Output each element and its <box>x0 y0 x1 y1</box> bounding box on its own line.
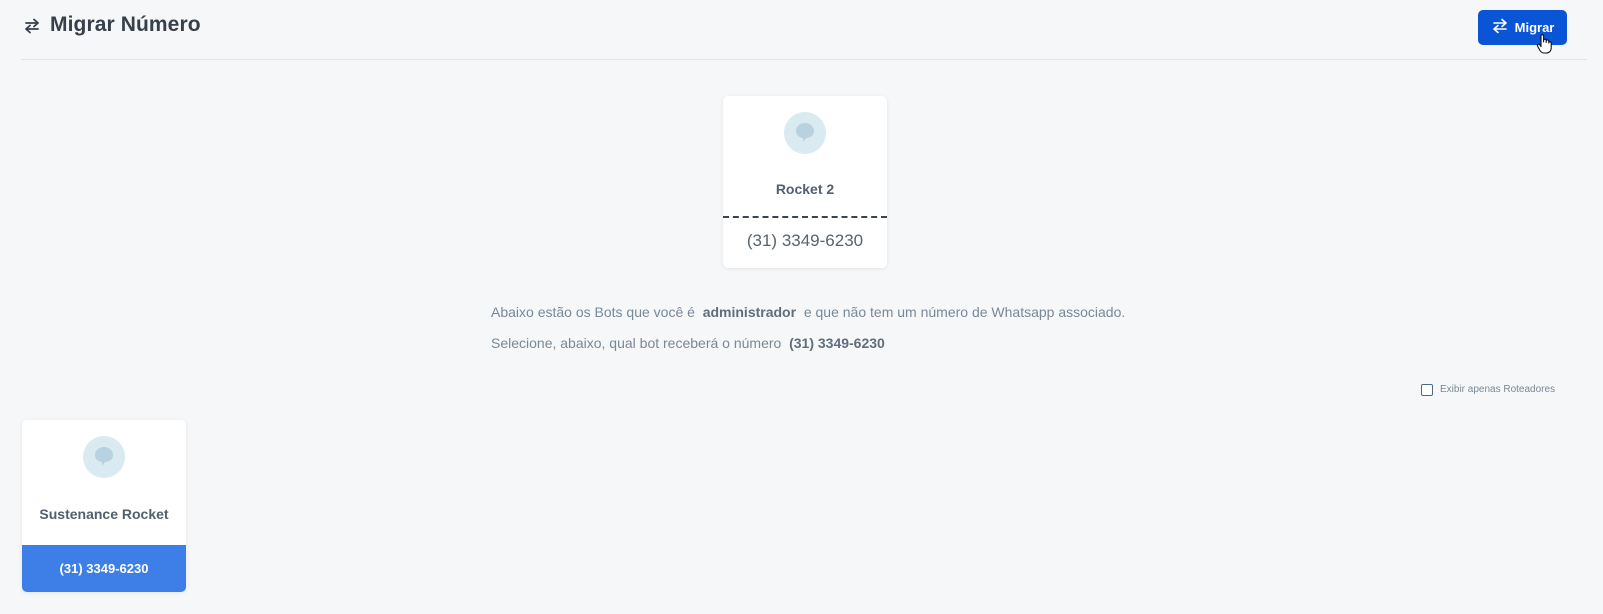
source-bot-phone: (31) 3349-6230 <box>746 231 864 250</box>
bot-card-phone-badge: (31) 3349-6230 <box>22 545 186 592</box>
swap-arrows-icon <box>1491 18 1509 37</box>
bot-card-sustenance-rocket[interactable]: Sustenance Rocket (31) 3349-6230 <box>22 420 186 592</box>
migrate-number-page: Migrar Número Migrar Rocket 2 (31) 3349-… <box>0 0 1603 614</box>
swap-arrows-icon <box>23 17 41 35</box>
migrate-button[interactable]: Migrar <box>1478 10 1567 45</box>
page-title: Migrar Número <box>50 13 201 36</box>
bot-avatar <box>83 436 125 478</box>
info-text-admin: Abaixo estão os Bots que você é administ… <box>491 304 1126 320</box>
routers-only-checkbox[interactable] <box>1421 383 1433 396</box>
bot-card-name: Sustenance Rocket <box>39 506 169 522</box>
routers-only-label: Exibir apenas Roteadores <box>1440 384 1556 395</box>
source-bot-card: Rocket 2 (31) 3349-6230 <box>723 96 887 268</box>
bot-avatar <box>784 112 826 154</box>
card-divider <box>723 216 887 218</box>
source-bot-name: Rocket 2 <box>775 181 835 197</box>
chat-bubble-icon <box>796 123 814 142</box>
hand-pointer-icon <box>1536 33 1552 55</box>
page-header: Migrar Número <box>21 0 1587 60</box>
chat-bubble-icon <box>95 447 113 466</box>
info-text-select: Selecione, abaixo, qual bot receberá o n… <box>491 335 885 351</box>
routers-only-filter[interactable]: Exibir apenas Roteadores <box>1421 382 1555 397</box>
